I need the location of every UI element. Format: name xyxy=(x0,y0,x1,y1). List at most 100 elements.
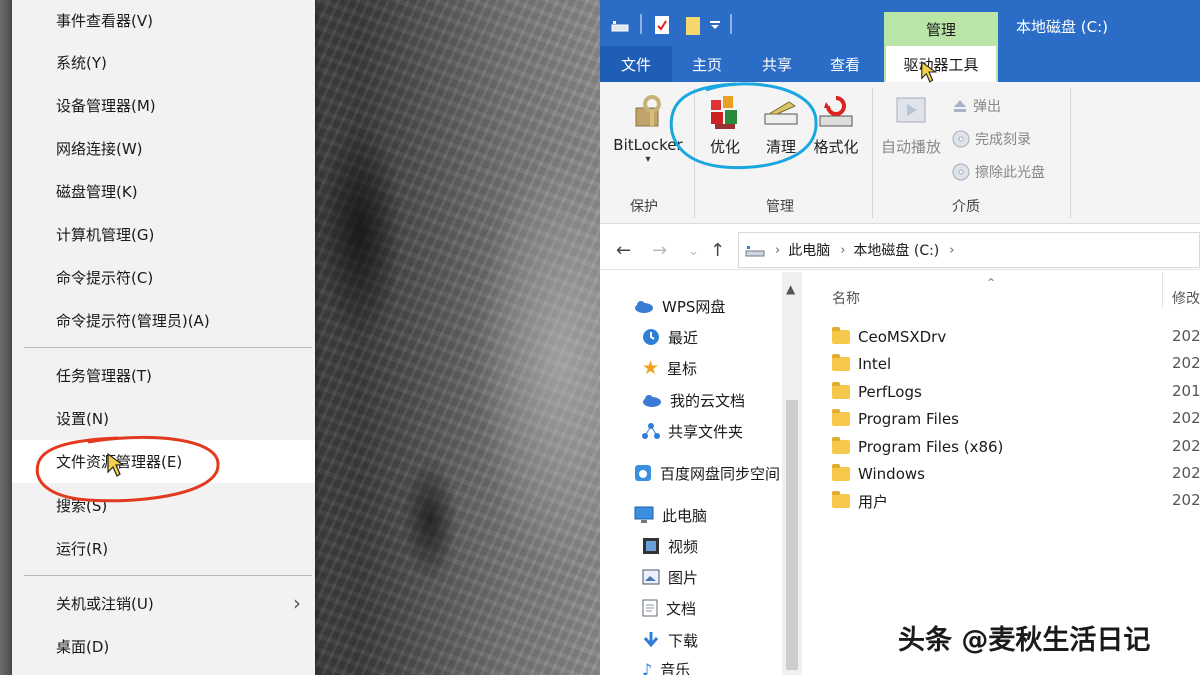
ribbon-group-separator xyxy=(872,88,873,218)
menu-item-task-manager[interactable]: 任务管理器(T) xyxy=(12,355,315,395)
nav-item-pictures[interactable]: 图片 xyxy=(642,564,698,590)
baidu-netdisk-icon xyxy=(635,465,651,481)
group-label-media: 介质 xyxy=(952,199,980,215)
autoplay-icon xyxy=(896,97,926,123)
menu-item-disk-management[interactable]: 磁盘管理(K) xyxy=(12,171,315,211)
menu-item-label: 磁盘管理(K) xyxy=(56,182,138,201)
menu-item-computer-management[interactable]: 计算机管理(G) xyxy=(12,214,315,254)
nav-item-my-cloud-docs[interactable]: 我的云文档 xyxy=(642,387,745,413)
folder-icon xyxy=(832,437,850,454)
file-row[interactable]: Program Files xyxy=(832,406,959,432)
file-row[interactable]: 用户 xyxy=(832,488,888,514)
cleanup-button[interactable]: 清理 xyxy=(756,92,806,157)
nav-item-starred[interactable]: ★ 星标 xyxy=(642,355,697,381)
bitlocker-button[interactable]: BitLocker ▾ xyxy=(608,92,688,165)
menu-item-label: 网络连接(W) xyxy=(56,139,143,158)
mouse-cursor-icon xyxy=(921,61,937,83)
optimize-drive-icon xyxy=(711,96,737,129)
tab-file[interactable]: 文件 xyxy=(600,46,672,82)
file-row[interactable]: PerfLogs xyxy=(832,379,922,405)
tab-view[interactable]: 查看 xyxy=(816,46,874,82)
drive-icon[interactable] xyxy=(610,14,630,36)
menu-item-command-prompt[interactable]: 命令提示符(C) xyxy=(12,257,315,297)
file-row[interactable]: CeoMSXDrv xyxy=(832,324,946,350)
customize-qat-dropdown-icon[interactable] xyxy=(708,14,722,36)
file-row[interactable]: Intel xyxy=(832,351,891,377)
format-button[interactable]: 格式化 xyxy=(808,92,864,157)
menu-item-desktop[interactable]: 桌面(D) xyxy=(12,626,315,666)
menu-item-label: 系统(Y) xyxy=(56,53,107,72)
nav-item-downloads[interactable]: 下载 xyxy=(642,627,698,653)
column-header-modified[interactable]: 修改 xyxy=(1172,288,1200,308)
nav-item-label: WPS网盘 xyxy=(662,297,726,316)
properties-icon[interactable] xyxy=(652,14,672,36)
folder-icon xyxy=(832,464,850,481)
autoplay-button[interactable]: 自动播放 xyxy=(878,92,944,157)
tab-drive-tools[interactable]: 驱动器工具 xyxy=(884,44,998,82)
menu-item-command-prompt-admin[interactable]: 命令提示符(管理员)(A) xyxy=(12,300,315,340)
computer-icon xyxy=(634,506,654,523)
breadcrumb-local-disk[interactable]: 本地磁盘 (C:) xyxy=(853,240,939,260)
menu-item-label: 命令提示符(C) xyxy=(56,268,154,287)
bitlocker-key-icon xyxy=(635,95,661,127)
new-folder-icon[interactable] xyxy=(684,14,704,36)
nav-item-music[interactable]: ♪ 音乐 xyxy=(642,656,690,675)
file-name: CeoMSXDrv xyxy=(858,328,947,346)
tab-home[interactable]: 主页 xyxy=(678,46,736,82)
menu-item-file-explorer[interactable]: 文件资源管理器(E) xyxy=(12,440,315,483)
share-nodes-icon xyxy=(642,423,660,439)
erase-disc-icon xyxy=(952,163,970,181)
erase-disc-label: 擦除此光盘 xyxy=(975,165,1045,181)
file-name: Program Files xyxy=(858,410,959,428)
menu-item-label: 桌面(D) xyxy=(56,637,110,656)
file-date: 201 xyxy=(1172,382,1200,400)
nav-item-videos[interactable]: 视频 xyxy=(642,533,698,559)
bitlocker-label: BitLocker xyxy=(613,136,683,154)
folder-icon xyxy=(832,354,850,371)
file-row[interactable]: Program Files (x86) xyxy=(832,434,1003,460)
pictures-icon xyxy=(642,569,660,585)
nav-item-shared-folder[interactable]: 共享文件夹 xyxy=(642,418,743,444)
nav-item-wps-drive[interactable]: WPS网盘 xyxy=(634,293,725,319)
menu-item-settings[interactable]: 设置(N) xyxy=(12,398,315,438)
column-header-name[interactable]: 名称 xyxy=(832,288,860,308)
folder-icon xyxy=(832,409,850,426)
finish-burning-button[interactable]: 完成刻录 xyxy=(952,129,1031,149)
erase-disc-button[interactable]: 擦除此光盘 xyxy=(952,162,1045,182)
eject-button[interactable]: 弹出 xyxy=(952,96,1001,116)
nav-item-label: 百度网盘同步空间 xyxy=(660,464,781,483)
recent-locations-chevron-icon[interactable]: ⌄ xyxy=(688,244,699,259)
nav-pane-scrollbar-thumb[interactable] xyxy=(786,400,798,670)
nav-item-label: 音乐 xyxy=(660,660,691,675)
optimize-button[interactable]: 优化 xyxy=(700,92,750,157)
menu-item-network-connections[interactable]: 网络连接(W) xyxy=(12,128,315,168)
eject-label: 弹出 xyxy=(973,99,1001,115)
group-label-protect: 保护 xyxy=(630,199,658,215)
menu-item-run[interactable]: 运行(R) xyxy=(12,528,315,568)
tab-share[interactable]: 共享 xyxy=(748,46,806,82)
file-name: Intel xyxy=(858,355,892,373)
nav-item-this-pc[interactable]: 此电脑 xyxy=(634,502,707,528)
file-date: 202 xyxy=(1172,491,1200,509)
file-row[interactable]: Windows xyxy=(832,461,925,487)
back-arrow-icon[interactable]: ← xyxy=(616,240,631,261)
manage-context-tab-group: 管理 xyxy=(884,12,998,46)
up-arrow-icon[interactable]: ↑ xyxy=(710,240,725,261)
menu-item-system[interactable]: 系统(Y) xyxy=(12,42,315,82)
breadcrumb-this-pc[interactable]: 此电脑 xyxy=(788,240,830,260)
nav-item-label: 文档 xyxy=(666,599,697,618)
winx-context-menu: 事件查看器(V) 系统(Y) 设备管理器(M) 网络连接(W) 磁盘管理(K) … xyxy=(12,0,315,675)
nav-item-baidu-sync[interactable]: 百度网盘同步空间 xyxy=(634,460,780,486)
address-bar[interactable]: › 此电脑 › 本地磁盘 (C:) › xyxy=(738,232,1200,268)
menu-item-search[interactable]: 搜索(S) xyxy=(12,485,315,525)
sort-ascending-icon: ⌃ xyxy=(986,276,997,290)
menu-item-device-manager[interactable]: 设备管理器(M) xyxy=(12,85,315,125)
menu-item-shutdown-signout[interactable]: 关机或注销(U) › xyxy=(12,583,315,623)
nav-item-recent[interactable]: 最近 xyxy=(642,324,698,350)
star-icon: ★ xyxy=(642,357,660,379)
scroll-up-arrow-icon[interactable]: ▲ xyxy=(786,282,795,296)
forward-arrow-icon[interactable]: → xyxy=(652,240,667,261)
menu-item-label: 关机或注销(U) xyxy=(56,594,154,613)
menu-item-event-viewer[interactable]: 事件查看器(V) xyxy=(12,0,315,40)
nav-item-documents[interactable]: 文档 xyxy=(642,595,696,621)
